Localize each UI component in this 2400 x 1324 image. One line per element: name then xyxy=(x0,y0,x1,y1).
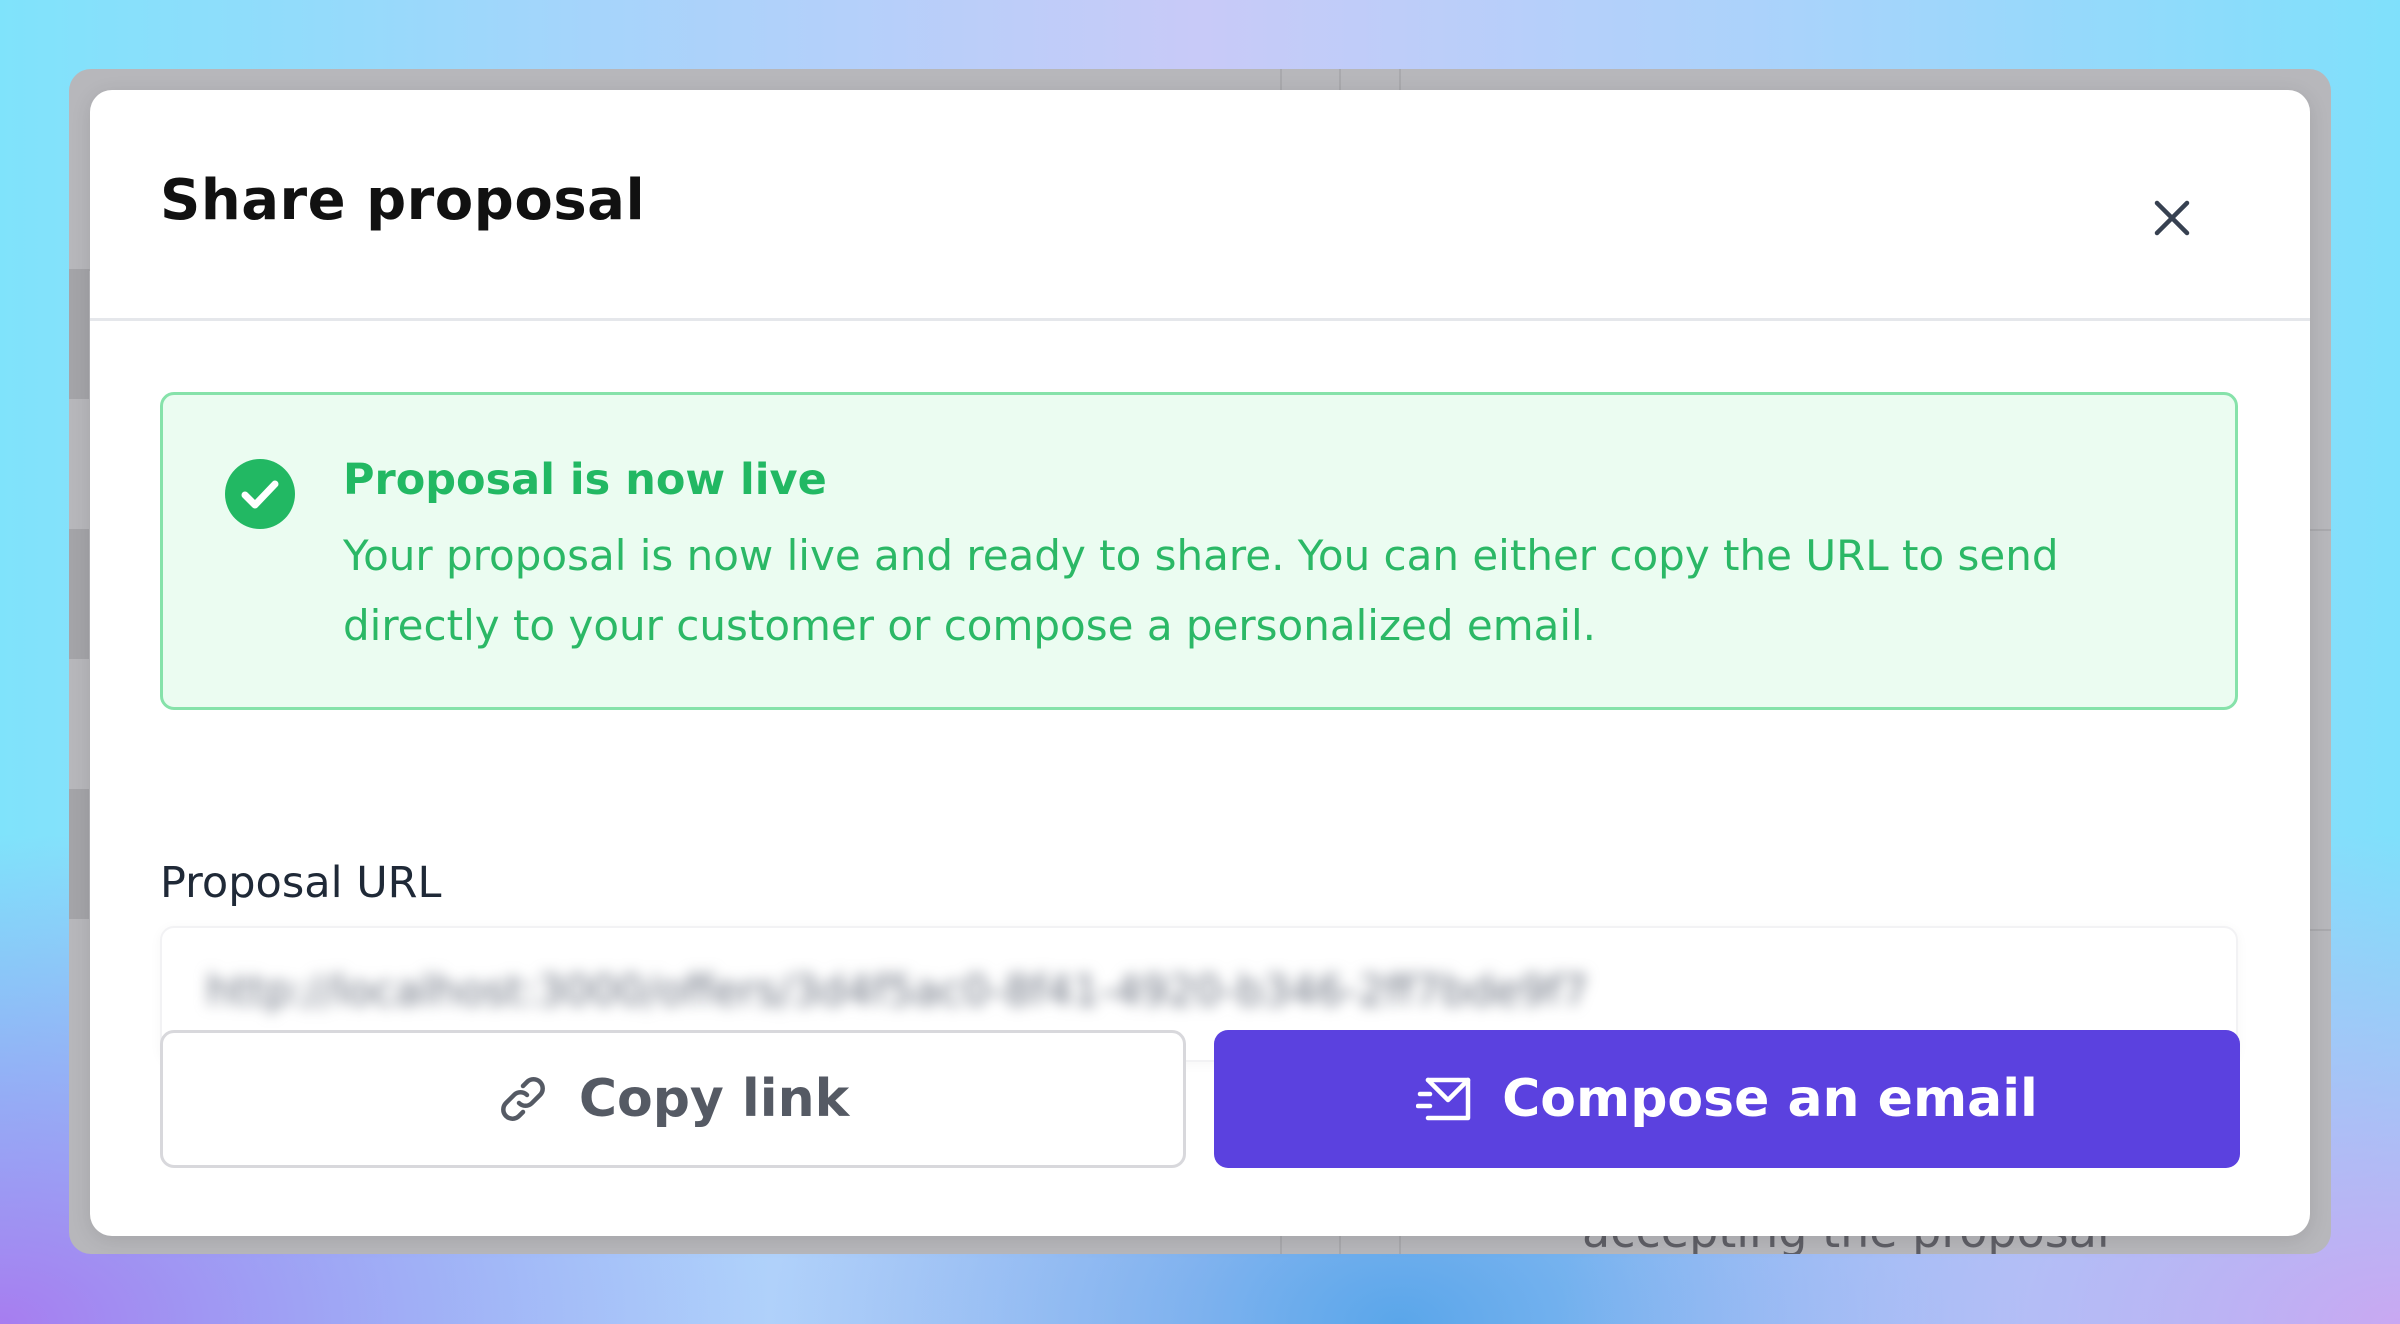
modal-header: Share proposal xyxy=(90,90,2310,321)
check-circle-icon xyxy=(225,459,295,529)
alert-message: Your proposal is now live and ready to s… xyxy=(343,531,2059,650)
compose-email-label: Compose an email xyxy=(1502,1069,2038,1129)
alert-title: Proposal is now live xyxy=(343,455,827,505)
table-cell xyxy=(69,529,89,659)
close-icon xyxy=(2154,200,2190,236)
proposal-url-label: Proposal URL xyxy=(160,858,442,908)
share-proposal-modal: Share proposal Proposal is now live Your… xyxy=(90,90,2310,1236)
copy-link-label: Copy link xyxy=(578,1069,850,1129)
compose-email-button[interactable]: Compose an email xyxy=(1214,1030,2240,1168)
table-cell xyxy=(69,789,89,919)
link-icon xyxy=(497,1073,549,1125)
mail-icon xyxy=(1416,1076,1472,1122)
proposal-url-value: http://localhost:3000/offers/3d4f5ac0-8f… xyxy=(206,966,1589,1015)
copy-link-button[interactable]: Copy link xyxy=(160,1030,1186,1168)
modal-title: Share proposal xyxy=(160,168,646,233)
close-button[interactable] xyxy=(2142,188,2202,248)
table-cell xyxy=(69,269,89,399)
success-alert: Proposal is now live Your proposal is no… xyxy=(160,392,2238,710)
